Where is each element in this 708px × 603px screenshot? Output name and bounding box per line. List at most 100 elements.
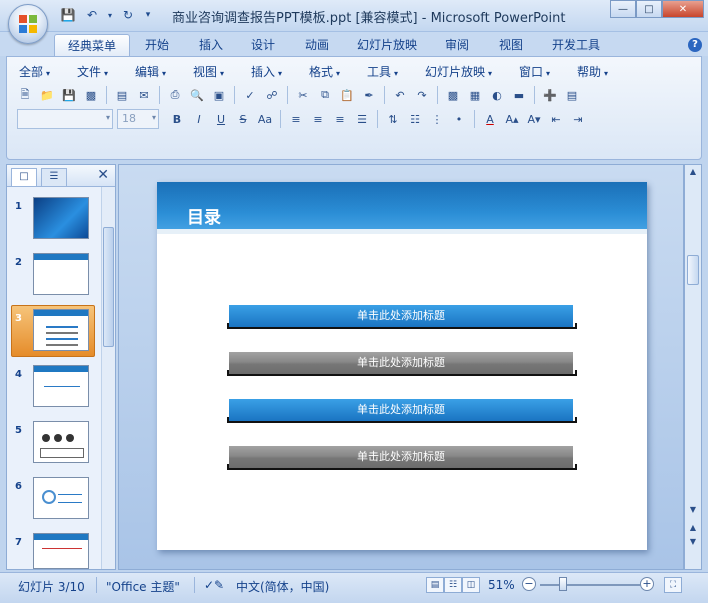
slide-thumbnail[interactable]	[33, 253, 89, 295]
slide-canvas[interactable]: 目录 单击此处添加标题 单击此处添加标题 单击此处添加标题 单击此处添加标题	[157, 182, 647, 550]
scroll-thumb[interactable]	[103, 227, 114, 347]
menu-file[interactable]: 文件 ▾	[77, 63, 108, 80]
new-file-icon[interactable]: 🗎	[15, 85, 35, 105]
print-icon[interactable]: ⎙	[165, 85, 185, 105]
zoom-slider[interactable]	[540, 584, 640, 586]
spell-check-icon[interactable]: ✓✎	[204, 578, 224, 592]
menu-all[interactable]: 全部 ▾	[19, 63, 50, 80]
menu-tools[interactable]: 工具 ▾	[367, 63, 398, 80]
normal-view-icon[interactable]: ▤	[426, 577, 444, 593]
tab-developer[interactable]: 开发工具	[542, 34, 610, 56]
font-color-icon[interactable]: A	[480, 109, 500, 129]
change-case-icon[interactable]: Aa	[255, 109, 275, 129]
title-placeholder-2[interactable]: 单击此处添加标题	[229, 352, 573, 374]
tab-home[interactable]: 开始	[136, 34, 178, 56]
print-preview-icon[interactable]: 🔍	[187, 85, 207, 105]
layout-icon[interactable]: ▤	[562, 85, 582, 105]
research-icon[interactable]: ☍	[262, 85, 282, 105]
slide-thumbnail-selected[interactable]	[33, 309, 89, 351]
title-placeholder-3[interactable]: 单击此处添加标题	[229, 399, 573, 421]
maximize-button[interactable]: □	[636, 0, 662, 18]
pdf-icon[interactable]: ▤	[112, 85, 132, 105]
email-icon[interactable]: ✉	[134, 85, 154, 105]
format-painter-icon[interactable]: ✒	[359, 85, 379, 105]
fit-to-window-icon[interactable]: ⛶	[664, 577, 682, 593]
title-placeholder-4[interactable]: 单击此处添加标题	[229, 446, 573, 468]
redo-icon[interactable]: ↻	[118, 6, 138, 24]
slides-tab-icon[interactable]: □	[11, 168, 37, 186]
increase-indent-icon[interactable]: ⇥	[568, 109, 588, 129]
align-left-icon[interactable]: ≡	[286, 109, 306, 129]
color-grayscale-icon[interactable]: ◐	[487, 85, 507, 105]
spelling-icon[interactable]: ✓	[240, 85, 260, 105]
slide-sorter-icon[interactable]: ☷	[444, 577, 462, 593]
menu-slideshow[interactable]: 幻灯片放映 ▾	[425, 63, 492, 80]
redo-icon[interactable]: ↷	[412, 85, 432, 105]
help-icon[interactable]: ?	[688, 38, 702, 52]
italic-icon[interactable]: I	[189, 109, 209, 129]
align-right-icon[interactable]: ≡	[330, 109, 350, 129]
copy-icon[interactable]: ⧉	[315, 85, 335, 105]
scroll-down-icon[interactable]: ▼	[687, 505, 699, 514]
tab-insert[interactable]: 插入	[190, 34, 232, 56]
save-icon[interactable]: 💾	[58, 6, 78, 24]
font-size-combo[interactable]: 18 ▾	[117, 109, 159, 129]
slide-thumbnail[interactable]	[33, 365, 89, 407]
zoom-in-icon[interactable]: +	[640, 577, 654, 591]
open-folder-icon[interactable]: 📁	[37, 85, 57, 105]
shrink-font-icon[interactable]: A▾	[524, 109, 544, 129]
table-icon[interactable]: ▦	[465, 85, 485, 105]
text-direction-icon[interactable]: ⇅	[383, 109, 403, 129]
columns-icon[interactable]: ☷	[405, 109, 425, 129]
previous-slide-icon[interactable]: ▲	[687, 523, 699, 532]
cut-icon[interactable]: ✂	[293, 85, 313, 105]
menu-window[interactable]: 窗口 ▾	[519, 63, 550, 80]
underline-icon[interactable]: U	[211, 109, 231, 129]
customize-qat-icon[interactable]: ▾	[142, 6, 154, 24]
align-center-icon[interactable]: ≡	[308, 109, 328, 129]
numbered-list-icon[interactable]: ⋮	[427, 109, 447, 129]
slideshow-view-icon[interactable]: ◫	[462, 577, 480, 593]
tab-animation[interactable]: 动画	[296, 34, 338, 56]
scroll-up-icon[interactable]: ▲	[687, 167, 699, 176]
slide-thumbnail[interactable]	[33, 533, 89, 569]
zoom-level[interactable]: 51%	[488, 578, 515, 592]
strikethrough-icon[interactable]: S	[233, 109, 253, 129]
outline-tab-icon[interactable]: ☰	[41, 168, 67, 186]
menu-format[interactable]: 格式 ▾	[309, 63, 340, 80]
grow-font-icon[interactable]: A▴	[502, 109, 522, 129]
slide-thumbnail[interactable]	[33, 197, 89, 239]
undo-icon[interactable]: ↶	[82, 6, 102, 24]
chevron-down-icon[interactable]: ▾	[106, 6, 114, 24]
decrease-indent-icon[interactable]: ⇤	[546, 109, 566, 129]
menu-insert[interactable]: 插入 ▾	[251, 63, 282, 80]
menu-edit[interactable]: 编辑 ▾	[135, 63, 166, 80]
minimize-button[interactable]: —	[610, 0, 636, 18]
tab-review[interactable]: 审阅	[436, 34, 478, 56]
slide-thumbnail[interactable]	[33, 477, 89, 519]
close-button[interactable]: ✕	[662, 0, 704, 18]
next-slide-icon[interactable]: ▼	[687, 537, 699, 546]
slide-icon[interactable]: ▣	[209, 85, 229, 105]
slide-title[interactable]: 目录	[187, 203, 221, 228]
title-placeholder-1[interactable]: 单击此处添加标题	[229, 305, 573, 327]
tab-design[interactable]: 设计	[242, 34, 284, 56]
slide-thumbnail[interactable]	[33, 421, 89, 463]
new-slide-icon[interactable]: ➕	[540, 85, 560, 105]
zoom-out-icon[interactable]: −	[522, 577, 536, 591]
scroll-thumb[interactable]	[687, 255, 699, 285]
fill-color-icon[interactable]: ▬	[509, 85, 529, 105]
office-button[interactable]	[8, 4, 48, 44]
bold-icon[interactable]: B	[167, 109, 187, 129]
bullet-list-icon[interactable]: •	[449, 109, 469, 129]
panel-scrollbar[interactable]	[101, 187, 115, 569]
permission-icon[interactable]: ▩	[81, 85, 101, 105]
paste-icon[interactable]: 📋	[337, 85, 357, 105]
font-name-combo[interactable]: ▾	[17, 109, 113, 129]
tab-slideshow[interactable]: 幻灯片放映	[348, 34, 426, 56]
justify-icon[interactable]: ☰	[352, 109, 372, 129]
tab-view[interactable]: 视图	[490, 34, 532, 56]
zoom-slider-handle[interactable]	[559, 577, 567, 591]
undo-icon[interactable]: ↶	[390, 85, 410, 105]
tab-classic-menu[interactable]: 经典菜单	[54, 34, 130, 56]
